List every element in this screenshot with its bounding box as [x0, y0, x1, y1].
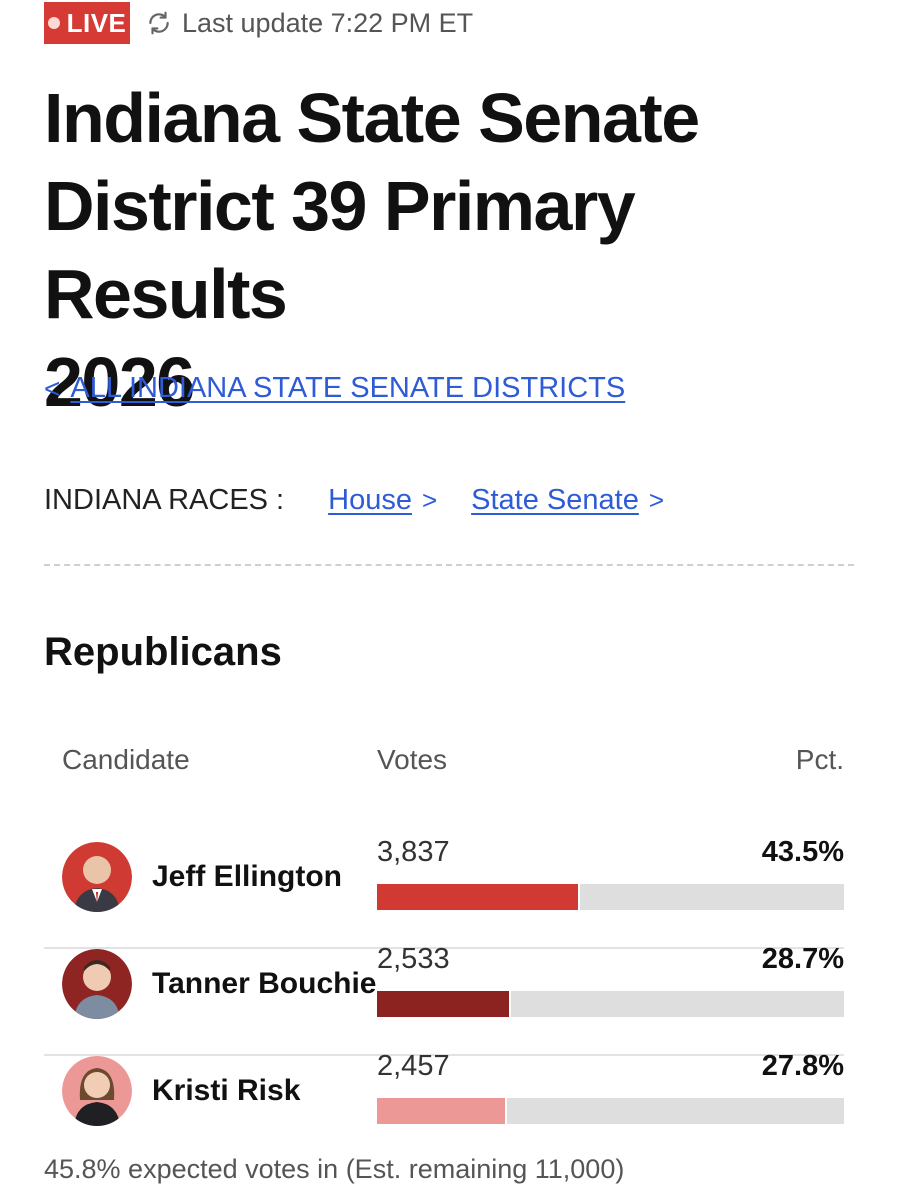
candidate-votes: 2,533 [377, 943, 450, 975]
table-header: Candidate Votes Pct. [44, 738, 844, 782]
table-row: Kristi Risk 2,457 27.8% [44, 1050, 844, 1163]
title-line: District 39 Primary Results [44, 167, 636, 333]
header-candidate: Candidate [62, 744, 190, 775]
table-row: Tanner Bouchie 2,533 28.7% [44, 943, 844, 1056]
races-label: INDIANA RACES : [44, 484, 285, 516]
candidate-pct: 27.8% [761, 1050, 844, 1082]
party-heading: Republicans [44, 630, 282, 674]
candidate-name: Jeff Ellington [152, 860, 342, 893]
chevron-left-icon: < [44, 372, 61, 404]
last-update: Last update 7:22 PM ET [146, 8, 473, 39]
race-link-state-senate[interactable]: State Senate > [471, 484, 664, 517]
vote-bar [377, 1098, 844, 1124]
all-districts-label: ALL INDIANA STATE SENATE DISTRICTS [70, 372, 626, 404]
header-pct: Pct. [795, 744, 844, 775]
race-link-house[interactable]: House > [328, 484, 437, 517]
header-votes: Votes [377, 744, 448, 775]
live-label: LIVE [66, 7, 127, 38]
update-text: Last update 7:22 PM ET [182, 7, 474, 38]
avatar [62, 949, 132, 1019]
expected-votes-note: 45.8% expected votes in (Est. remaining … [44, 1154, 625, 1184]
vote-bar-fill [377, 884, 581, 910]
vote-bar [377, 884, 844, 910]
chevron-right-icon: > [648, 485, 665, 515]
race-link-label: House [328, 484, 412, 516]
section-divider [44, 564, 854, 566]
live-dot-icon [47, 17, 60, 29]
candidate-pct: 43.5% [761, 836, 844, 868]
vote-bar-fill [377, 991, 512, 1017]
avatar [62, 1056, 132, 1126]
candidate-pct: 28.7% [761, 943, 844, 975]
vote-bar-fill [377, 1098, 507, 1124]
candidate-name: Kristi Risk [152, 1074, 301, 1107]
avatar [62, 842, 132, 912]
table-row: Jeff Ellington 3,837 43.5% [44, 836, 844, 949]
top-bar: LIVE Last update 7:22 PM ET [44, 2, 473, 44]
all-districts-link[interactable]: < ALL INDIANA STATE SENATE DISTRICTS [44, 372, 625, 405]
results-table: Candidate Votes Pct. Jeff Ellington 3,83… [44, 738, 844, 1163]
header-spacer [44, 782, 844, 842]
candidate-votes: 2,457 [377, 1050, 450, 1082]
live-badge: LIVE [44, 2, 130, 44]
vote-bar [377, 991, 844, 1017]
chevron-right-icon: > [421, 485, 438, 515]
title-line: Indiana State Senate [44, 79, 700, 157]
race-link-label: State Senate [471, 484, 639, 516]
refresh-icon[interactable] [146, 10, 172, 36]
candidate-votes: 3,837 [377, 836, 450, 868]
candidate-name: Tanner Bouchie [152, 967, 377, 1000]
races-nav: INDIANA RACES : House > State Senate > [44, 484, 698, 517]
